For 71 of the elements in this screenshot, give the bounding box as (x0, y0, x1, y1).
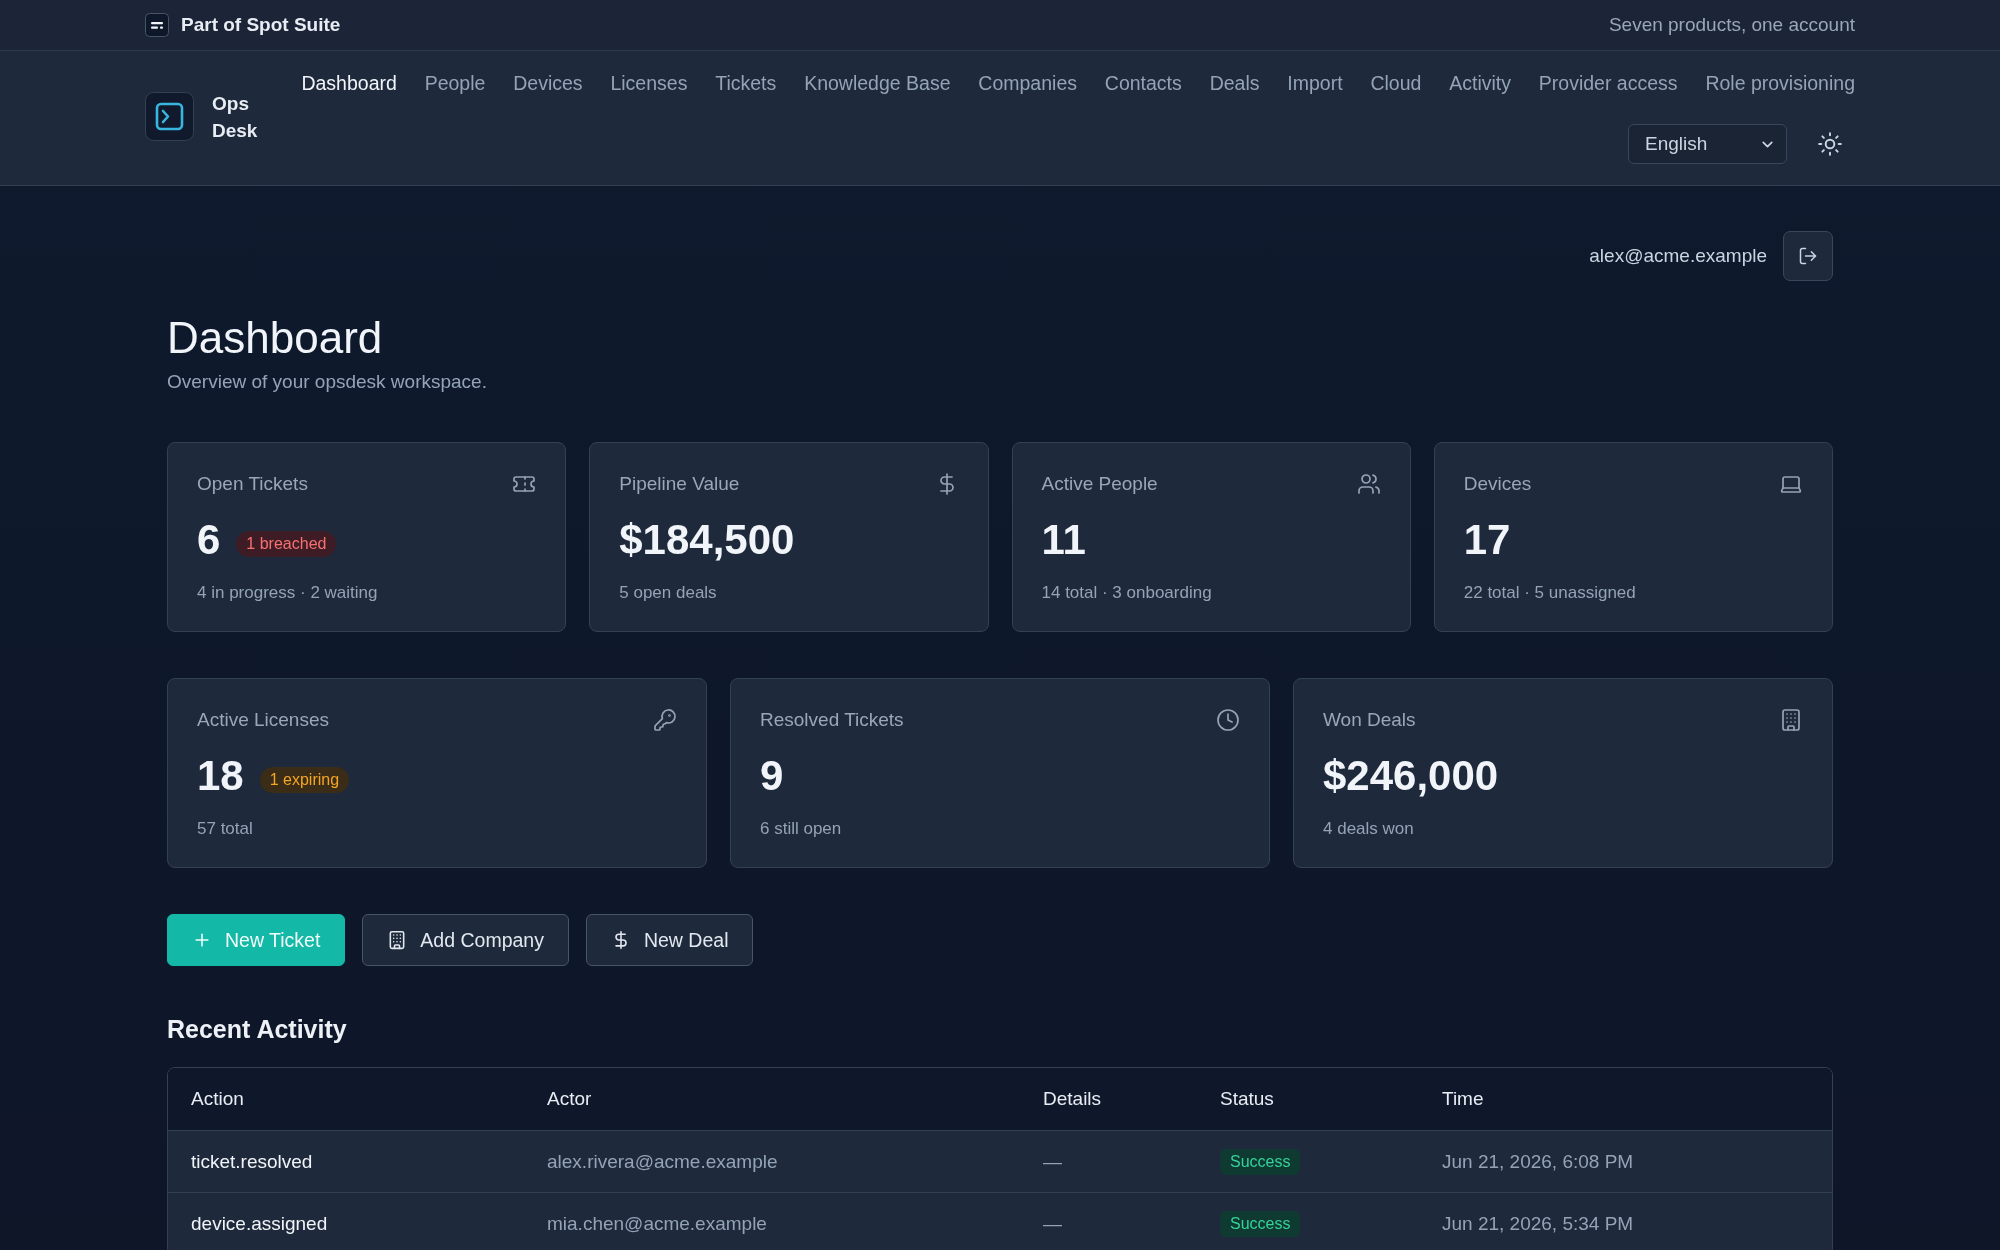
nav-link[interactable]: People (424, 71, 486, 95)
column-header: Action (191, 1088, 244, 1110)
stat-label: Active People (1041, 473, 1158, 495)
stat-value: $246,000 (1323, 752, 1499, 800)
stat-label: Pipeline Value (619, 473, 740, 495)
section-title: Recent Activity (167, 1014, 348, 1044)
status-badge: Success (1220, 1210, 1301, 1237)
column-header: Actor (547, 1088, 592, 1110)
stat-value: 9 (760, 752, 784, 800)
time-text: Jun 21, 2026, 5:34 PM (1442, 1212, 1634, 1235)
suite-title: Part of Spot Suite (181, 14, 341, 36)
action-text: ticket.resolved (191, 1150, 313, 1173)
stat-value: 11 (1041, 516, 1086, 564)
stat-label: Active Licenses (197, 709, 329, 731)
nav-link[interactable]: Licenses (610, 71, 688, 95)
column-header: Time (1442, 1088, 1484, 1110)
actor-email: mia.chen@acme.example (547, 1212, 767, 1235)
stat-label: Resolved Tickets (760, 709, 904, 731)
users-icon (1356, 472, 1381, 496)
logout-button[interactable] (1783, 231, 1833, 281)
nav-link[interactable]: Import (1287, 71, 1343, 95)
column-header: Status (1220, 1088, 1274, 1110)
column-header: Details (1043, 1088, 1102, 1110)
nav-link[interactable]: Tickets (715, 71, 777, 95)
sun-icon[interactable] (1817, 131, 1843, 157)
user-email: alex@acme.example (1589, 245, 1767, 267)
stat-value: 18 (197, 752, 244, 800)
suite-logo-icon (145, 13, 169, 37)
clock-icon (1216, 708, 1240, 732)
alert-badge: 1 breached (236, 531, 337, 557)
nav-link[interactable]: Contacts (1104, 71, 1182, 95)
nav-link[interactable]: Cloud (1370, 71, 1422, 95)
stat-value: $184,500 (619, 516, 795, 564)
key-icon (653, 708, 677, 732)
stat-label: Open Tickets (197, 473, 308, 495)
stat-detail: 4 in progress · 2 waiting (197, 582, 379, 604)
time-text: Jun 21, 2026, 6:08 PM (1442, 1150, 1634, 1173)
page-subtitle: Overview of your opsdesk workspace. (167, 370, 488, 394)
status-badge: Success (1220, 1148, 1301, 1175)
stat-value: 17 (1463, 516, 1511, 564)
brand-name: Ops Desk (212, 91, 258, 143)
nav-link[interactable]: Knowledge Base (804, 71, 951, 95)
stat-label: Devices (1463, 473, 1532, 495)
suite-tagline: Seven products, one account (1608, 14, 1855, 36)
details-text: — (1043, 1150, 1062, 1173)
page-title: Dashboard (167, 312, 384, 364)
action-text: device.assigned (191, 1212, 328, 1235)
building-icon (1779, 708, 1803, 732)
stat-detail: 22 total · 5 unassigned (1463, 582, 1637, 604)
language-select[interactable]: English (1628, 124, 1787, 164)
stat-detail: 5 open deals (619, 582, 718, 604)
stat-detail: 57 total (197, 818, 254, 840)
nav-link[interactable]: Provider access (1538, 71, 1678, 95)
nav-link[interactable]: Deals (1209, 71, 1260, 95)
stat-detail: 4 deals won (1323, 818, 1415, 840)
details-text: — (1043, 1212, 1062, 1235)
terminal-logo-icon (145, 92, 194, 141)
logout-icon (1798, 246, 1818, 266)
add-company-button[interactable]: Add Company (362, 914, 569, 966)
nav-link[interactable]: Activity (1449, 71, 1511, 95)
nav-link[interactable]: Role provisioning (1705, 71, 1855, 95)
stat-label: Won Deals (1323, 709, 1416, 731)
nav-link[interactable]: Companies (978, 71, 1077, 95)
alert-badge: 1 expiring (259, 767, 350, 793)
stat-value: 6 (197, 516, 221, 564)
nav-link[interactable]: Dashboard (301, 71, 397, 95)
nav-link[interactable]: Devices (513, 71, 583, 95)
stat-detail: 6 still open (760, 818, 843, 840)
stat-detail: 14 total · 3 onboarding (1041, 582, 1213, 604)
new-deal-button[interactable]: New Deal (585, 914, 754, 966)
actor-email: alex.rivera@acme.example (547, 1150, 778, 1173)
